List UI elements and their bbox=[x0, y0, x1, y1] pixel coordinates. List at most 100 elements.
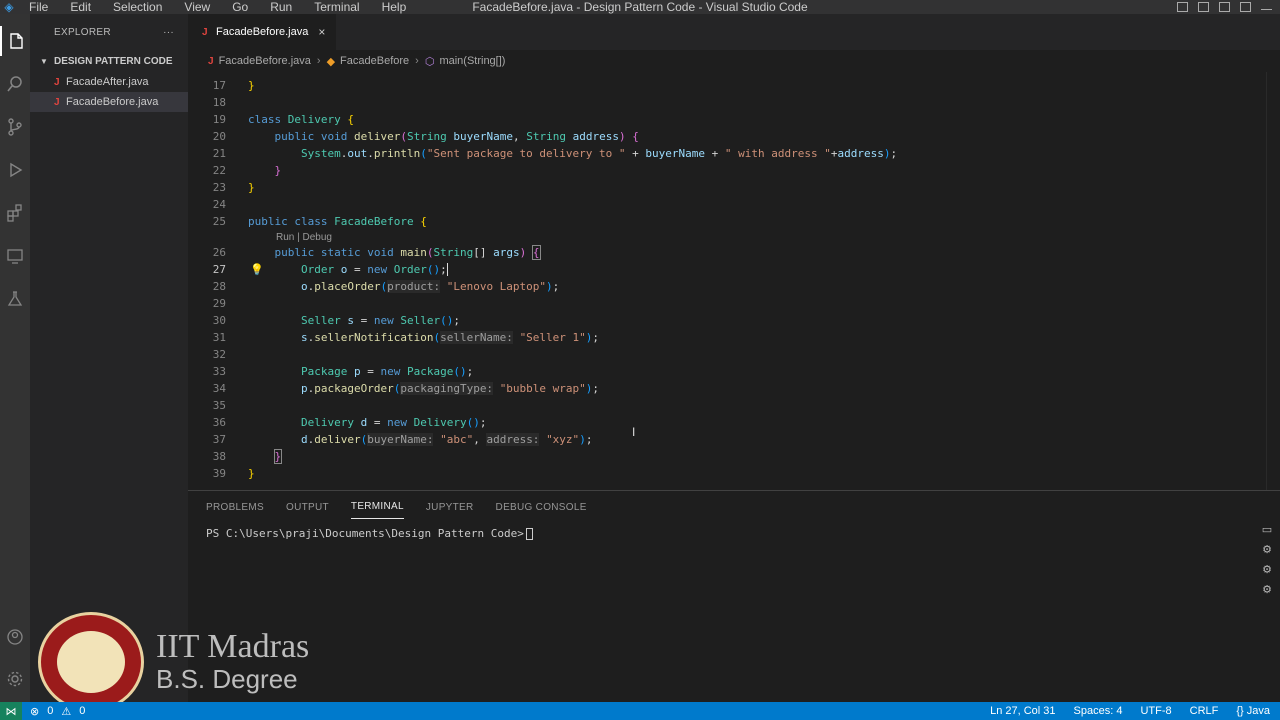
breadcrumb-method[interactable]: main(String[]) bbox=[439, 55, 505, 67]
language-mode[interactable]: {} Java bbox=[1236, 705, 1270, 717]
tab-terminal[interactable]: TERMINAL bbox=[350, 495, 404, 519]
line-number: 24 bbox=[212, 198, 226, 211]
status-right: Ln 27, Col 31 Spaces: 4 UTF-8 CRLF {} Ja… bbox=[990, 702, 1270, 720]
tab-facadebefore[interactable]: J FacadeBefore.java × bbox=[188, 14, 336, 50]
file-item-facadebefore[interactable]: J FacadeBefore.java bbox=[30, 92, 188, 112]
testing-icon[interactable] bbox=[0, 284, 30, 314]
code-line: 30 Seller s = new Seller(); bbox=[188, 312, 1248, 329]
accounts-icon[interactable] bbox=[0, 622, 30, 652]
line-number: 17 bbox=[212, 79, 226, 92]
minimap[interactable] bbox=[1266, 72, 1280, 490]
method-icon: ⬡ bbox=[424, 55, 435, 68]
explorer-header: EXPLORER ··· bbox=[30, 14, 188, 50]
file-item-facadeafter[interactable]: J FacadeAfter.java bbox=[30, 72, 188, 92]
terminal-instances: ▭ ⚙ ⚙ ⚙ bbox=[1260, 523, 1276, 603]
source-control-icon[interactable] bbox=[0, 112, 30, 142]
code-line: 32 bbox=[188, 346, 1248, 363]
code-line: 29 bbox=[188, 295, 1248, 312]
menu-help[interactable]: Help bbox=[371, 0, 418, 14]
line-number: 34 bbox=[212, 382, 226, 395]
tab-problems[interactable]: PROBLEMS bbox=[206, 496, 264, 519]
debug-terminal-icon[interactable]: ⚙ bbox=[1260, 583, 1274, 597]
java-file-icon: J bbox=[54, 96, 60, 108]
extensions-icon[interactable] bbox=[0, 198, 30, 228]
menu-go[interactable]: Go bbox=[221, 0, 259, 14]
panel-tabs: PROBLEMS OUTPUT TERMINAL JUPYTER DEBUG C… bbox=[188, 491, 1280, 523]
tab-debug-console[interactable]: DEBUG CONSOLE bbox=[496, 496, 587, 519]
line-number: 37 bbox=[212, 433, 226, 446]
minimize-icon[interactable] bbox=[1261, 4, 1272, 10]
breadcrumb-file[interactable]: FacadeBefore.java bbox=[219, 55, 311, 67]
more-actions-icon[interactable]: ··· bbox=[163, 27, 174, 38]
chevron-right-icon: › bbox=[415, 55, 419, 67]
line-number: 32 bbox=[212, 348, 226, 361]
codelens-run-debug[interactable]: Run | Debug bbox=[276, 231, 332, 245]
search-icon[interactable] bbox=[0, 69, 30, 99]
layout-sidebar-icon[interactable] bbox=[1177, 2, 1188, 12]
java-file-icon: J bbox=[54, 76, 60, 88]
code-line: 26 public static void main(String[] args… bbox=[188, 244, 1248, 261]
code-line: 36 Delivery d = new Delivery(); bbox=[188, 414, 1248, 431]
java-file-icon: J bbox=[208, 55, 214, 67]
code-line: 21 System.out.println("Sent package to d… bbox=[188, 145, 1248, 162]
code-line: 23} bbox=[188, 179, 1248, 196]
chevron-right-icon: › bbox=[316, 55, 321, 67]
encoding[interactable]: UTF-8 bbox=[1140, 705, 1171, 717]
folder-section[interactable]: ▼ DESIGN PATTERN CODE bbox=[30, 50, 188, 72]
terminal-prompt: PS C:\Users\praji\Documents\Design Patte… bbox=[206, 527, 524, 540]
cursor-position[interactable]: Ln 27, Col 31 bbox=[990, 705, 1055, 717]
java-file-icon: J bbox=[202, 26, 208, 38]
line-number: 21 bbox=[212, 147, 226, 160]
menu-view[interactable]: View bbox=[173, 0, 221, 14]
watermark-line2: B.S. Degree bbox=[156, 664, 298, 694]
tab-jupyter[interactable]: JUPYTER bbox=[426, 496, 474, 519]
remote-explorer-icon[interactable] bbox=[0, 241, 30, 271]
code-line: 17} bbox=[188, 77, 1248, 94]
window-controls bbox=[1177, 0, 1272, 14]
menu-selection[interactable]: Selection bbox=[102, 0, 173, 14]
debug-terminal-icon[interactable]: ⚙ bbox=[1260, 543, 1274, 557]
line-number: 29 bbox=[212, 297, 226, 310]
terminal[interactable]: PS C:\Users\praji\Documents\Design Patte… bbox=[188, 523, 1280, 540]
menu-edit[interactable]: Edit bbox=[59, 0, 102, 14]
debug-terminal-icon[interactable]: ⚙ bbox=[1260, 563, 1274, 577]
line-number: 39 bbox=[212, 467, 226, 480]
warning-count: 0 bbox=[79, 705, 86, 717]
line-number: 31 bbox=[212, 331, 226, 344]
file-name: FacadeAfter.java bbox=[66, 76, 149, 88]
terminal-icon[interactable]: ▭ bbox=[1260, 523, 1274, 537]
layout-secondary-icon[interactable] bbox=[1219, 2, 1230, 12]
watermark-line1: IIT Madras bbox=[156, 628, 310, 665]
error-count: 0 bbox=[47, 705, 54, 717]
menu-file[interactable]: File bbox=[18, 0, 59, 14]
tab-label: FacadeBefore.java bbox=[216, 26, 309, 38]
layout-panel-icon[interactable] bbox=[1198, 2, 1209, 12]
remote-icon[interactable]: ⋈ bbox=[0, 702, 22, 720]
end-of-line[interactable]: CRLF bbox=[1190, 705, 1219, 717]
title-bar: ◈ File Edit Selection View Go Run Termin… bbox=[0, 0, 1280, 14]
code-line: 38 } bbox=[188, 448, 1248, 465]
code-line: 33 Package p = new Package(); bbox=[188, 363, 1248, 380]
error-icon: ⊗ bbox=[30, 705, 40, 718]
menu-terminal[interactable]: Terminal bbox=[303, 0, 370, 14]
explorer-sidebar: EXPLORER ··· ▼ DESIGN PATTERN CODE J Fac… bbox=[30, 14, 188, 702]
code-editor[interactable]: 17} 18 19 class Delivery { 20 public void… bbox=[188, 72, 1280, 490]
line-number: 30 bbox=[212, 314, 226, 327]
code-line: 20 public void deliver(String buyerName,… bbox=[188, 128, 1248, 145]
indentation[interactable]: Spaces: 4 bbox=[1074, 705, 1123, 717]
menu-run[interactable]: Run bbox=[259, 0, 303, 14]
code-line: 39} bbox=[188, 465, 1248, 482]
explorer-icon[interactable] bbox=[0, 26, 30, 56]
breadcrumb-class[interactable]: FacadeBefore bbox=[340, 55, 409, 67]
explorer-title: EXPLORER bbox=[54, 26, 111, 38]
line-number: 20 bbox=[212, 130, 226, 143]
tab-output[interactable]: OUTPUT bbox=[286, 496, 329, 519]
run-debug-icon[interactable] bbox=[0, 155, 30, 185]
status-problems[interactable]: ⊗ 0 ⚠ 0 bbox=[22, 705, 85, 718]
close-icon[interactable]: × bbox=[318, 25, 325, 39]
manage-gear-icon[interactable] bbox=[0, 664, 30, 694]
customize-layout-icon[interactable] bbox=[1240, 2, 1251, 12]
vscode-logo-icon: ◈ bbox=[4, 0, 14, 14]
code-line: 35 bbox=[188, 397, 1248, 414]
line-number: 18 bbox=[212, 96, 226, 109]
